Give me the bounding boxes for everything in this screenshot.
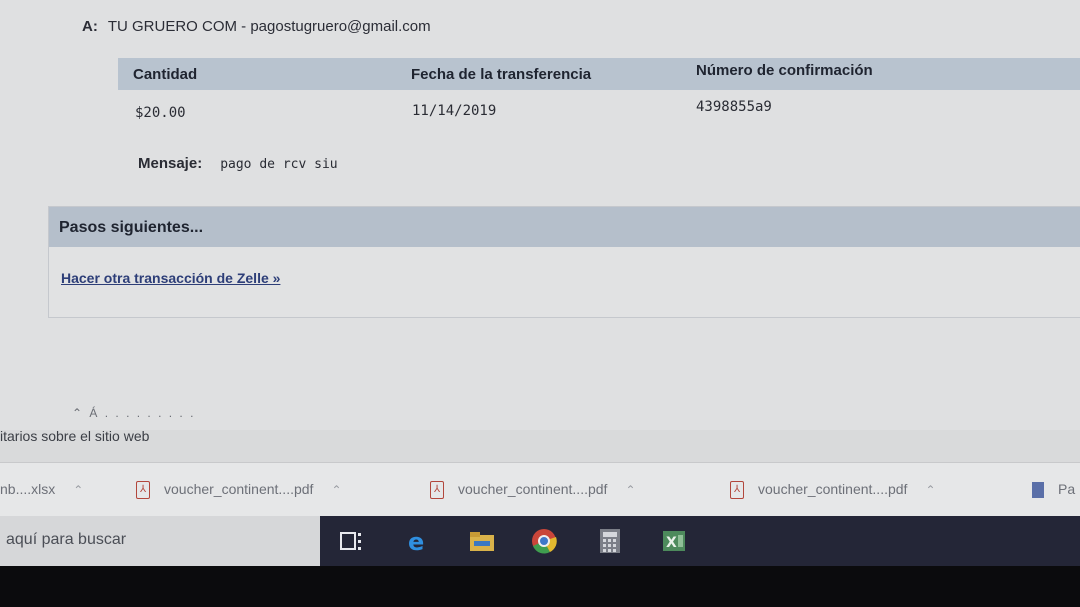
download-item-pdf-1[interactable]: ⅄ voucher_continent....pdf ⌃	[136, 481, 342, 500]
download-item-pdf-2[interactable]: ⅄ voucher_continent....pdf ⌃	[430, 481, 636, 500]
chevron-up-icon[interactable]: ⌃	[625, 483, 635, 497]
svg-text:e: e	[408, 528, 424, 554]
document-icon	[1032, 482, 1044, 499]
search-placeholder: aquí para buscar	[6, 531, 127, 548]
message-label: Mensaje:	[138, 155, 203, 172]
download-bar: nb....xlsx ⌃ ⅄ voucher_continent....pdf ⌃ ⅄…	[0, 462, 1080, 517]
chevron-up-icon[interactable]: ⌃	[925, 483, 935, 497]
confirmation-value: 4398855a9	[696, 99, 772, 115]
download-item-xlsx[interactable]: nb....xlsx ⌃	[0, 481, 83, 497]
chrome-icon[interactable]	[530, 528, 558, 554]
recipient-value: TU GRUERO COM - pagostugruero@gmail.com	[107, 18, 431, 35]
taskbar-search-box[interactable]: aquí para buscar	[0, 516, 320, 566]
next-steps-title: Pasos siguientes...	[59, 219, 204, 236]
recipient-line: A: TU GRUERO COM - pagostugruero@gmail.co…	[82, 18, 431, 35]
new-zelle-transaction-link[interactable]: Hacer otra transacción de Zelle »	[61, 270, 280, 286]
monitor-bezel	[0, 566, 1080, 607]
cutoff-text: ⌃ Á . . . . . . . . .	[72, 406, 196, 420]
header-confirmacion: Número de confirmación	[696, 62, 873, 79]
recipient-label: A:	[82, 18, 98, 35]
next-steps-panel: Pasos siguientes... Hacer otra transacci…	[48, 206, 1080, 318]
download-name: Pa	[1058, 481, 1076, 497]
header-fecha: Fecha de la transferencia	[411, 66, 592, 83]
page-content: A: TU GRUERO COM - pagostugruero@gmail.co…	[0, 0, 1080, 430]
next-steps-header: Pasos siguientes...	[49, 207, 1080, 247]
feedback-link[interactable]: itarios sobre el sitio web	[0, 428, 149, 444]
message-value: pago de rcv siu	[220, 157, 338, 172]
file-explorer-icon[interactable]	[468, 528, 496, 554]
windows-taskbar: aquí para buscar e X	[0, 516, 1080, 566]
date-value: 11/14/2019	[412, 103, 497, 119]
download-item-pdf-3[interactable]: ⅄ voucher_continent....pdf ⌃	[730, 481, 936, 500]
svg-text:X: X	[666, 535, 677, 551]
download-name: voucher_continent....pdf	[758, 481, 908, 497]
chevron-up-icon[interactable]: ⌃	[331, 483, 341, 497]
pdf-icon: ⅄	[430, 481, 444, 500]
pdf-icon: ⅄	[136, 481, 150, 500]
header-cantidad: Cantidad	[133, 66, 198, 83]
amount-value: $20.00	[135, 105, 186, 121]
edge-icon[interactable]: e	[405, 528, 433, 554]
download-name: voucher_continent....pdf	[164, 481, 314, 497]
message-row: Mensaje: pago de rcv siu	[138, 155, 338, 172]
download-item-partial[interactable]: Pa	[1032, 481, 1076, 499]
download-name: nb....xlsx	[0, 481, 56, 497]
excel-icon[interactable]: X	[660, 528, 688, 554]
calculator-icon[interactable]	[596, 528, 624, 554]
download-name: voucher_continent....pdf	[458, 481, 608, 497]
summary-header-row: Cantidad Fecha de la transferencia Númer…	[118, 58, 1080, 90]
chevron-up-icon[interactable]: ⌃	[73, 483, 83, 497]
pdf-icon: ⅄	[730, 481, 744, 500]
task-view-icon[interactable]	[338, 528, 366, 554]
